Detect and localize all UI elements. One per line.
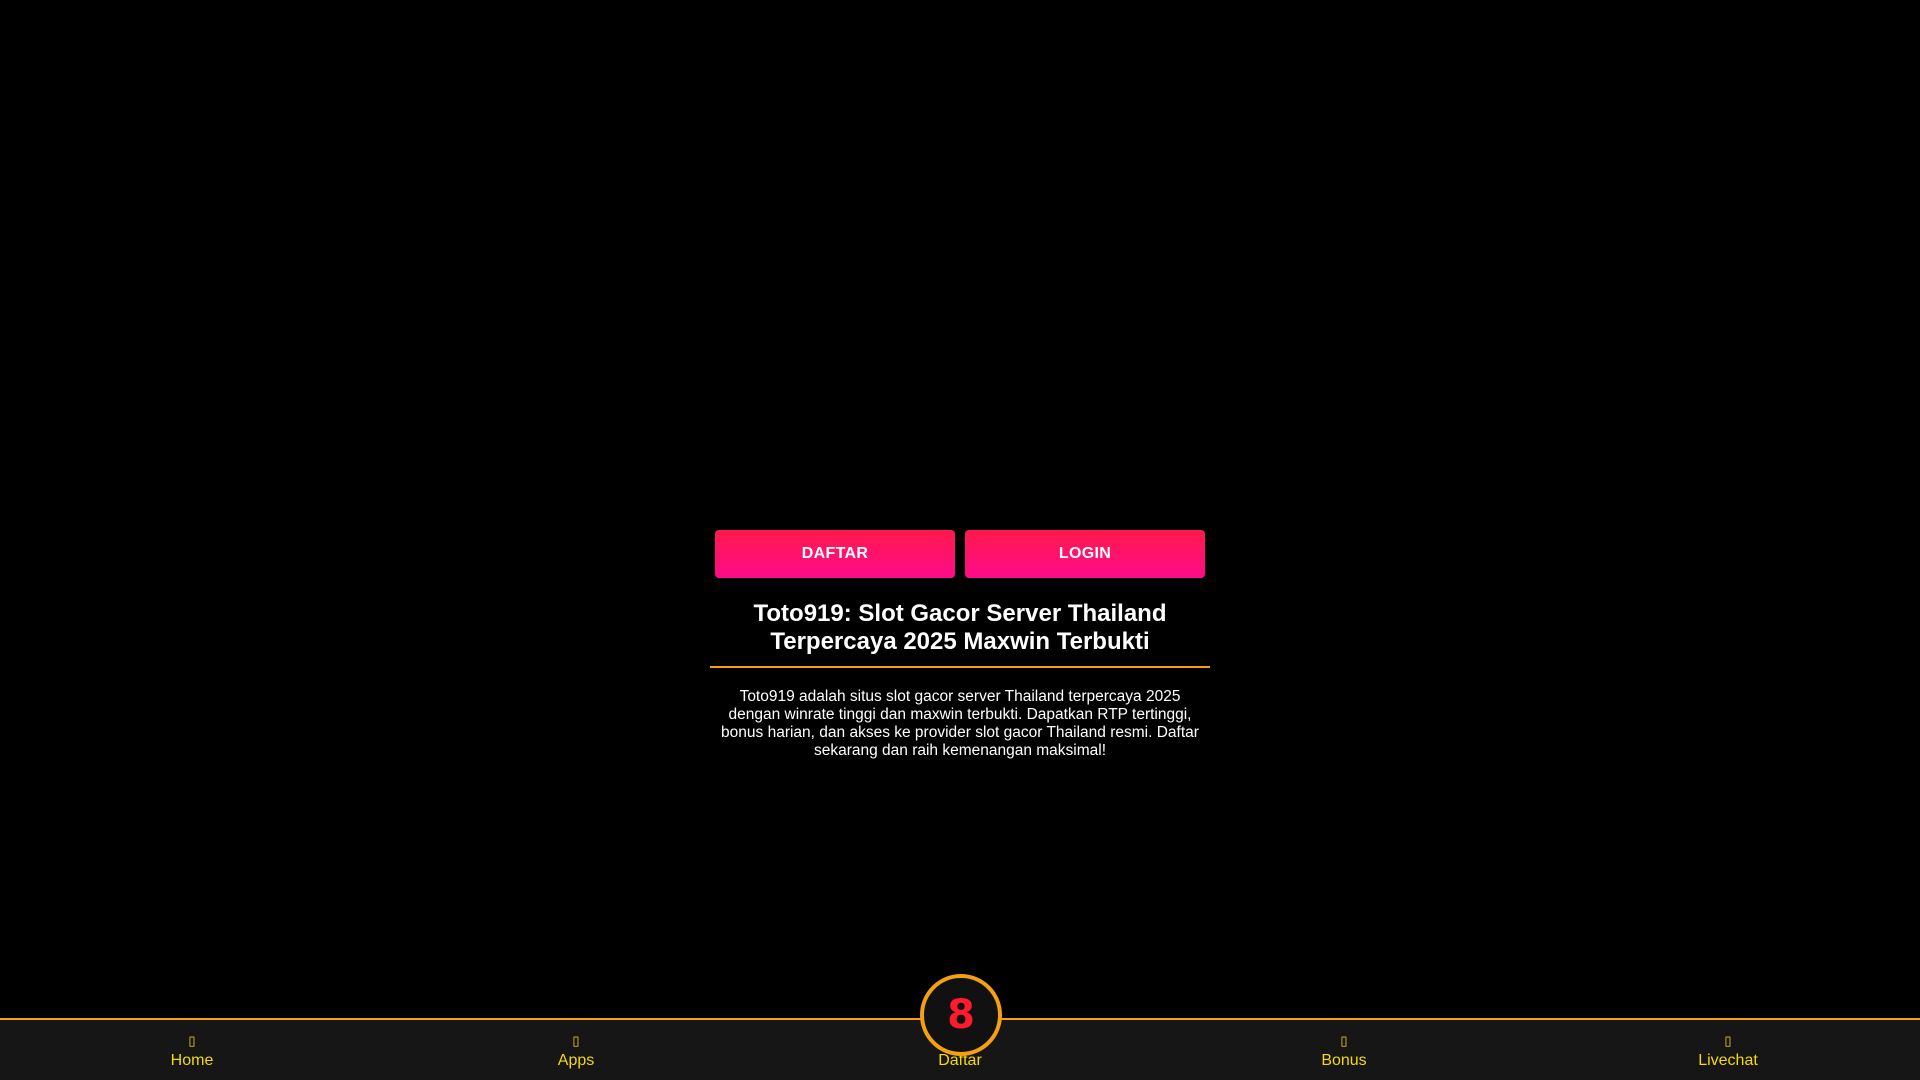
nav-label-apps: Apps bbox=[557, 1052, 595, 1069]
livechat-icon: ▯ bbox=[1724, 1033, 1732, 1048]
page-description: Toto919 adalah situs slot gacor server T… bbox=[721, 688, 1199, 759]
apps-icon: ▯ bbox=[572, 1033, 580, 1048]
home-icon: ▯ bbox=[188, 1033, 196, 1048]
daftar-button[interactable]: DAFTAR bbox=[715, 530, 955, 578]
nav-label-home: Home bbox=[170, 1052, 214, 1069]
daftar-logo-button[interactable]: 8 bbox=[920, 974, 1002, 1056]
page: DAFTAR LOGIN Toto919: Slot Gacor Server … bbox=[0, 0, 1920, 1080]
auth-button-row: DAFTAR LOGIN bbox=[710, 530, 1210, 578]
nav-item-home[interactable]: ▯ Home bbox=[0, 1020, 384, 1080]
login-button[interactable]: LOGIN bbox=[965, 530, 1205, 578]
nav-label-livechat: Livechat bbox=[1698, 1052, 1758, 1069]
nav-label-bonus: Bonus bbox=[1321, 1052, 1367, 1069]
bonus-icon: ▯ bbox=[1340, 1033, 1348, 1048]
daftar-logo-icon: 8 bbox=[947, 992, 975, 1038]
nav-item-livechat[interactable]: ▯ Livechat bbox=[1536, 1020, 1920, 1080]
main-content: DAFTAR LOGIN Toto919: Slot Gacor Server … bbox=[710, 530, 1210, 760]
page-title: Toto919: Slot Gacor Server Thailand Terp… bbox=[710, 600, 1210, 668]
nav-item-bonus[interactable]: ▯ Bonus bbox=[1152, 1020, 1536, 1080]
nav-item-apps[interactable]: ▯ Apps bbox=[384, 1020, 768, 1080]
